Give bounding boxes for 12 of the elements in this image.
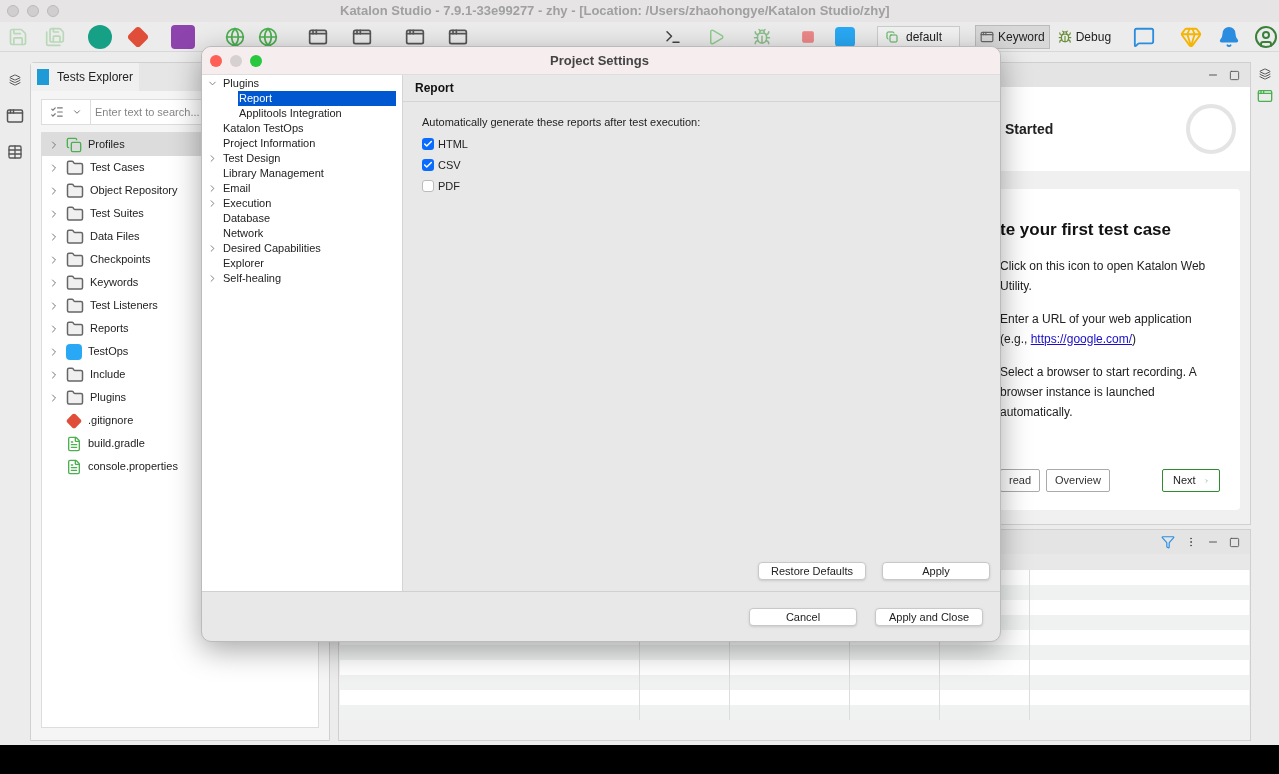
instruction-text: Select a browser to start recording. A browser instance is launched automatically. xyxy=(1000,363,1198,421)
checkbox-label: CSV xyxy=(438,157,461,173)
card-heading: te your first test case xyxy=(1000,219,1172,241)
dialog-title: Project Settings xyxy=(550,51,649,70)
description-text: Automatically generate these reports after test execution: xyxy=(422,115,702,130)
page-title: Started xyxy=(1005,119,1054,139)
checkbox-label: PDF xyxy=(438,178,460,194)
window-title: Katalon Studio - 7.9.1-33e99277 - zhy - [Location: /Users/zhaohongye/Katalon Studio/zhy] xyxy=(340,2,890,21)
checkbox-label: HTML xyxy=(438,136,468,152)
instruction-text: Click on this icon to open Katalon Web Utility. xyxy=(1000,257,1207,295)
page-heading: Report xyxy=(415,80,454,97)
instruction-text: Enter a URL of your web application (e.g., https://google.com/) xyxy=(1000,310,1193,348)
